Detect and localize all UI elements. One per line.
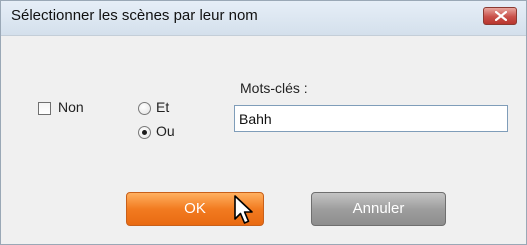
keywords-input[interactable] bbox=[234, 105, 508, 132]
window-title: Sélectionner les scènes par leur nom bbox=[11, 7, 258, 24]
radio-and-label: Et bbox=[156, 99, 170, 115]
dialog-window: Sélectionner les scènes par leur nom Non… bbox=[0, 0, 527, 245]
mouse-pointer-icon bbox=[234, 195, 253, 224]
radio-and-circle[interactable] bbox=[138, 102, 151, 115]
close-button[interactable] bbox=[483, 7, 517, 25]
radio-or-circle[interactable] bbox=[138, 126, 151, 139]
close-x-icon bbox=[495, 11, 507, 21]
radio-selected-dot bbox=[142, 130, 147, 135]
title-bar: Sélectionner les scènes par leur nom bbox=[1, 1, 526, 36]
cancel-button[interactable]: Annuler bbox=[311, 192, 446, 226]
radio-or-label: Ou bbox=[156, 123, 175, 139]
keywords-label: Mots-clés : bbox=[240, 80, 308, 96]
not-checkbox-label: Non bbox=[58, 99, 84, 115]
not-checkbox[interactable] bbox=[38, 102, 51, 115]
